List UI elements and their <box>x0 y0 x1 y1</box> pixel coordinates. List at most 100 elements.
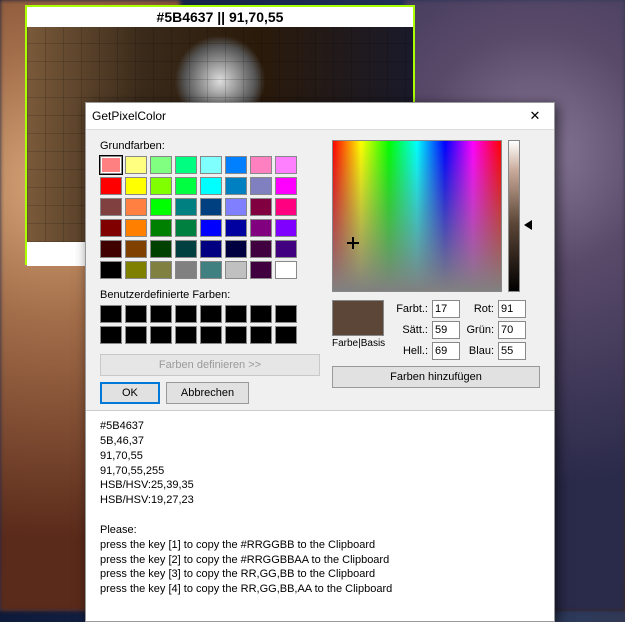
basic-swatch[interactable] <box>100 156 122 174</box>
basic-swatch[interactable] <box>275 240 297 258</box>
basic-swatch[interactable] <box>100 240 122 258</box>
custom-swatch[interactable] <box>125 305 147 323</box>
basic-swatch[interactable] <box>225 240 247 258</box>
luminance-slider[interactable] <box>508 140 520 292</box>
basic-swatch[interactable] <box>100 198 122 216</box>
custom-colors-grid <box>100 305 320 344</box>
sat-label: Sätt.: <box>392 324 428 336</box>
color-preview <box>332 300 384 336</box>
cancel-button[interactable]: Abbrechen <box>166 382 249 404</box>
color-spectrum[interactable] <box>332 140 502 292</box>
hue-label: Farbt.: <box>392 303 428 315</box>
custom-swatch[interactable] <box>200 326 222 344</box>
custom-swatch[interactable] <box>150 326 172 344</box>
custom-swatch[interactable] <box>175 326 197 344</box>
custom-colors-label: Benutzerdefinierte Farben: <box>100 289 320 301</box>
info-key2: press the key [2] to copy the #RRGGBBAA … <box>100 553 540 568</box>
dialog-title: GetPixelColor <box>92 109 166 123</box>
basic-swatch[interactable] <box>250 240 272 258</box>
basic-swatch[interactable] <box>100 219 122 237</box>
info-hsv2: HSB/HSV:19,27,23 <box>100 493 540 508</box>
blue-input[interactable] <box>498 342 526 360</box>
info-rgb: 91,70,55 <box>100 449 540 464</box>
basic-swatch[interactable] <box>200 156 222 174</box>
sat-input[interactable] <box>432 321 460 339</box>
custom-swatch[interactable] <box>150 305 172 323</box>
basic-swatch[interactable] <box>100 177 122 195</box>
basic-swatch[interactable] <box>275 156 297 174</box>
titlebar[interactable]: GetPixelColor ✕ <box>86 103 554 130</box>
basic-swatch[interactable] <box>225 198 247 216</box>
basic-swatch[interactable] <box>200 198 222 216</box>
basic-swatch[interactable] <box>275 198 297 216</box>
basic-swatch[interactable] <box>200 261 222 279</box>
custom-swatch[interactable] <box>275 305 297 323</box>
info-rgba: 91,70,55,255 <box>100 464 540 479</box>
basic-swatch[interactable] <box>150 177 172 195</box>
basic-swatch[interactable] <box>150 198 172 216</box>
lum-label: Hell.: <box>392 345 428 357</box>
blue-label: Blau: <box>464 345 494 357</box>
basic-swatch[interactable] <box>125 261 147 279</box>
magnifier-title: #5B4637 || 91,70,55 <box>27 7 413 27</box>
basic-swatch[interactable] <box>175 240 197 258</box>
basic-swatch[interactable] <box>250 261 272 279</box>
basic-swatch[interactable] <box>125 198 147 216</box>
define-colors-button[interactable]: Farben definieren >> <box>100 354 320 376</box>
custom-swatch[interactable] <box>200 305 222 323</box>
basic-colors-label: Grundfarben: <box>100 140 320 152</box>
basic-swatch[interactable] <box>100 261 122 279</box>
basic-swatch[interactable] <box>225 156 247 174</box>
basic-swatch[interactable] <box>150 156 172 174</box>
luminance-arrow-icon <box>524 220 532 230</box>
custom-swatch[interactable] <box>250 305 272 323</box>
basic-swatch[interactable] <box>175 219 197 237</box>
preview-label: Farbe|Basis <box>332 338 384 349</box>
ok-button[interactable]: OK <box>100 382 160 404</box>
custom-swatch[interactable] <box>225 326 247 344</box>
basic-swatch[interactable] <box>275 219 297 237</box>
custom-swatch[interactable] <box>125 326 147 344</box>
info-hex-sep: 5B,46,37 <box>100 434 540 449</box>
custom-swatch[interactable] <box>275 326 297 344</box>
custom-swatch[interactable] <box>250 326 272 344</box>
basic-swatch[interactable] <box>250 198 272 216</box>
info-hsv1: HSB/HSV:25,39,35 <box>100 478 540 493</box>
hue-input[interactable] <box>432 300 460 318</box>
basic-swatch[interactable] <box>225 219 247 237</box>
basic-swatch[interactable] <box>250 177 272 195</box>
custom-swatch[interactable] <box>175 305 197 323</box>
basic-swatch[interactable] <box>275 261 297 279</box>
close-button[interactable]: ✕ <box>522 106 548 126</box>
basic-swatch[interactable] <box>125 240 147 258</box>
basic-swatch[interactable] <box>200 177 222 195</box>
basic-swatch[interactable] <box>175 261 197 279</box>
basic-swatch[interactable] <box>150 261 172 279</box>
basic-swatch[interactable] <box>200 219 222 237</box>
basic-swatch[interactable] <box>275 177 297 195</box>
basic-swatch[interactable] <box>200 240 222 258</box>
basic-swatch[interactable] <box>225 177 247 195</box>
basic-swatch[interactable] <box>125 156 147 174</box>
close-icon: ✕ <box>530 108 541 124</box>
basic-swatch[interactable] <box>150 219 172 237</box>
basic-swatch[interactable] <box>175 198 197 216</box>
basic-swatch[interactable] <box>175 177 197 195</box>
basic-swatch[interactable] <box>250 156 272 174</box>
custom-swatch[interactable] <box>100 305 122 323</box>
custom-swatch[interactable] <box>225 305 247 323</box>
basic-swatch[interactable] <box>250 219 272 237</box>
basic-swatch[interactable] <box>125 177 147 195</box>
basic-swatch[interactable] <box>150 240 172 258</box>
info-hex: #5B4637 <box>100 419 540 434</box>
lum-input[interactable] <box>432 342 460 360</box>
info-key4: press the key [4] to copy the RR,GG,BB,A… <box>100 582 540 597</box>
info-key1: press the key [1] to copy the #RRGGBB to… <box>100 538 540 553</box>
green-input[interactable] <box>498 321 526 339</box>
custom-swatch[interactable] <box>100 326 122 344</box>
add-colors-button[interactable]: Farben hinzufügen <box>332 366 540 388</box>
basic-swatch[interactable] <box>225 261 247 279</box>
red-input[interactable] <box>498 300 526 318</box>
basic-swatch[interactable] <box>175 156 197 174</box>
basic-swatch[interactable] <box>125 219 147 237</box>
